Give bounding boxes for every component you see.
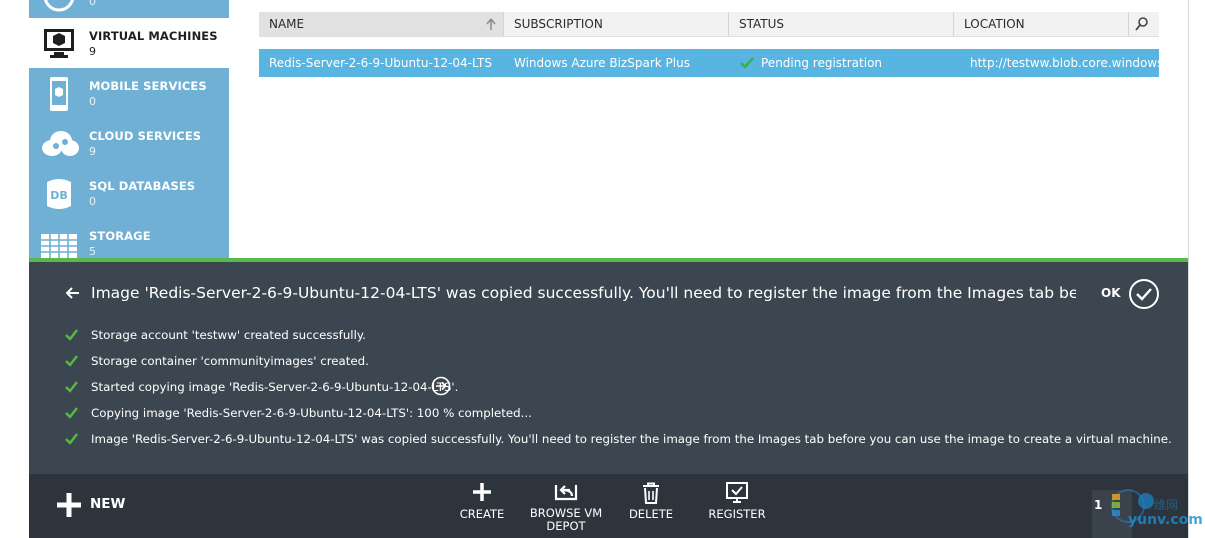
ok-label[interactable]: OK (1101, 286, 1121, 300)
column-header-name[interactable]: NAME (259, 12, 503, 36)
delete-label: DELETE (628, 507, 674, 521)
cell-subscription: Windows Azure BizSpark Plus (514, 56, 690, 70)
sql-database-icon: DB (47, 179, 71, 209)
column-label: SUBSCRIPTION (514, 17, 603, 31)
watermark-text-line2: yunv.com (1128, 512, 1203, 528)
search-icon[interactable] (1135, 16, 1149, 32)
sort-ascending-icon[interactable] (485, 17, 497, 31)
register-button[interactable]: REGISTER (697, 482, 777, 538)
db-icon-text: DB (50, 189, 68, 202)
plus-icon (57, 493, 81, 517)
delete-button[interactable]: DELETE (611, 482, 691, 538)
vm-image-grid: NAME SUBSCRIPTION STATUS LOCATION Redis-… (259, 12, 1159, 77)
ok-check-icon[interactable] (1128, 278, 1160, 310)
column-label: NAME (269, 17, 305, 31)
column-divider (1128, 12, 1129, 36)
sidebar-item-label: VIRTUAL MACHINES (89, 29, 218, 43)
column-header-location[interactable]: LOCATION (954, 12, 1128, 36)
check-icon (740, 57, 754, 69)
message-text: Started copying image 'Redis-Server-2-6-… (91, 380, 459, 394)
success-check-icon (65, 381, 78, 393)
create-plus-icon (473, 483, 491, 501)
message-text: Image 'Redis-Server-2-6-9-Ubuntu-12-04-L… (91, 432, 1172, 446)
cell-status: Pending registration (761, 56, 883, 70)
sidebar-item-virtual-machines[interactable]: VIRTUAL MACHINES 9 (29, 18, 229, 68)
sidebar-item-partial[interactable]: 0 (29, 0, 229, 18)
sidebar-item-mobile-services[interactable]: MOBILE SERVICES 0 (29, 68, 229, 118)
mobile-services-icon (50, 77, 68, 111)
column-label: LOCATION (964, 17, 1025, 31)
table-row[interactable]: Redis-Server-2-6-9-Ubuntu-12-04-LTS Wind… (259, 49, 1159, 77)
grid-header: NAME SUBSCRIPTION STATUS LOCATION (259, 12, 1159, 37)
sidebar-item-label: SQL DATABASES (89, 179, 196, 193)
partial-icon (44, 0, 74, 12)
back-arrow-icon[interactable] (66, 286, 80, 300)
window-edge (1188, 0, 1205, 538)
sidebar-item-cloud-services[interactable]: CLOUD SERVICES 9 (29, 118, 229, 168)
browse-label-line2: DEPOT (546, 519, 586, 533)
trash-icon (643, 482, 659, 504)
command-bar: NEW CREATE BROWSE VM DEPOT DELETE REGIST… (29, 474, 1188, 538)
browse-depot-icon (554, 485, 578, 501)
virtual-machine-icon (44, 29, 74, 58)
details-arrow-icon[interactable] (431, 376, 451, 396)
message-text: Storage container 'communityimages' crea… (91, 354, 369, 368)
sidebar-item-count: 9 (89, 145, 96, 158)
success-check-icon (65, 407, 78, 419)
notification-title: Image 'Redis-Server-2-6-9-Ubuntu-12-04-L… (91, 284, 1076, 302)
sidebar-item-label: MOBILE SERVICES (89, 79, 207, 93)
register-label: REGISTER (708, 507, 766, 521)
create-button[interactable]: CREATE (442, 482, 522, 538)
sidebar-item-count: 9 (89, 45, 96, 58)
column-header-subscription[interactable]: SUBSCRIPTION (504, 12, 728, 36)
new-button[interactable]: NEW (56, 492, 146, 522)
sidebar-item-count: 0 (89, 0, 96, 8)
column-label: STATUS (739, 17, 785, 31)
notification-panel: Image 'Redis-Server-2-6-9-Ubuntu-12-04-L… (29, 258, 1188, 478)
sidebar-item-count: 0 (89, 195, 96, 208)
cloud-services-icon (42, 131, 79, 156)
new-label: NEW (90, 496, 126, 512)
sidebar-nav: 0 VIRTUAL MACHINES 9 MOBILE SERVICES 0 C… (29, 0, 229, 260)
sidebar-item-label: STORAGE (89, 229, 151, 243)
cell-location: http://testww.blob.core.windows.net (970, 56, 1159, 70)
column-header-status[interactable]: STATUS (729, 12, 953, 36)
watermark-text-line1: 维网 (1154, 498, 1179, 512)
sidebar-item-label: CLOUD SERVICES (89, 129, 202, 143)
register-monitor-icon (726, 482, 748, 503)
storage-icon (41, 234, 77, 260)
success-check-icon (65, 329, 78, 341)
cell-name: Redis-Server-2-6-9-Ubuntu-12-04-LTS (269, 56, 492, 70)
browse-vm-depot-button[interactable]: BROWSE VM DEPOT (526, 482, 606, 538)
message-text: Copying image 'Redis-Server-2-6-9-Ubuntu… (91, 406, 532, 420)
success-check-icon (65, 433, 78, 445)
sidebar-item-sql-databases[interactable]: DB SQL DATABASES 0 (29, 168, 229, 218)
sidebar-item-count: 5 (89, 245, 96, 258)
success-check-icon (65, 355, 78, 367)
message-text: Storage account 'testww' created success… (91, 328, 366, 342)
sidebar-item-count: 0 (89, 95, 96, 108)
create-label: CREATE (459, 507, 505, 521)
